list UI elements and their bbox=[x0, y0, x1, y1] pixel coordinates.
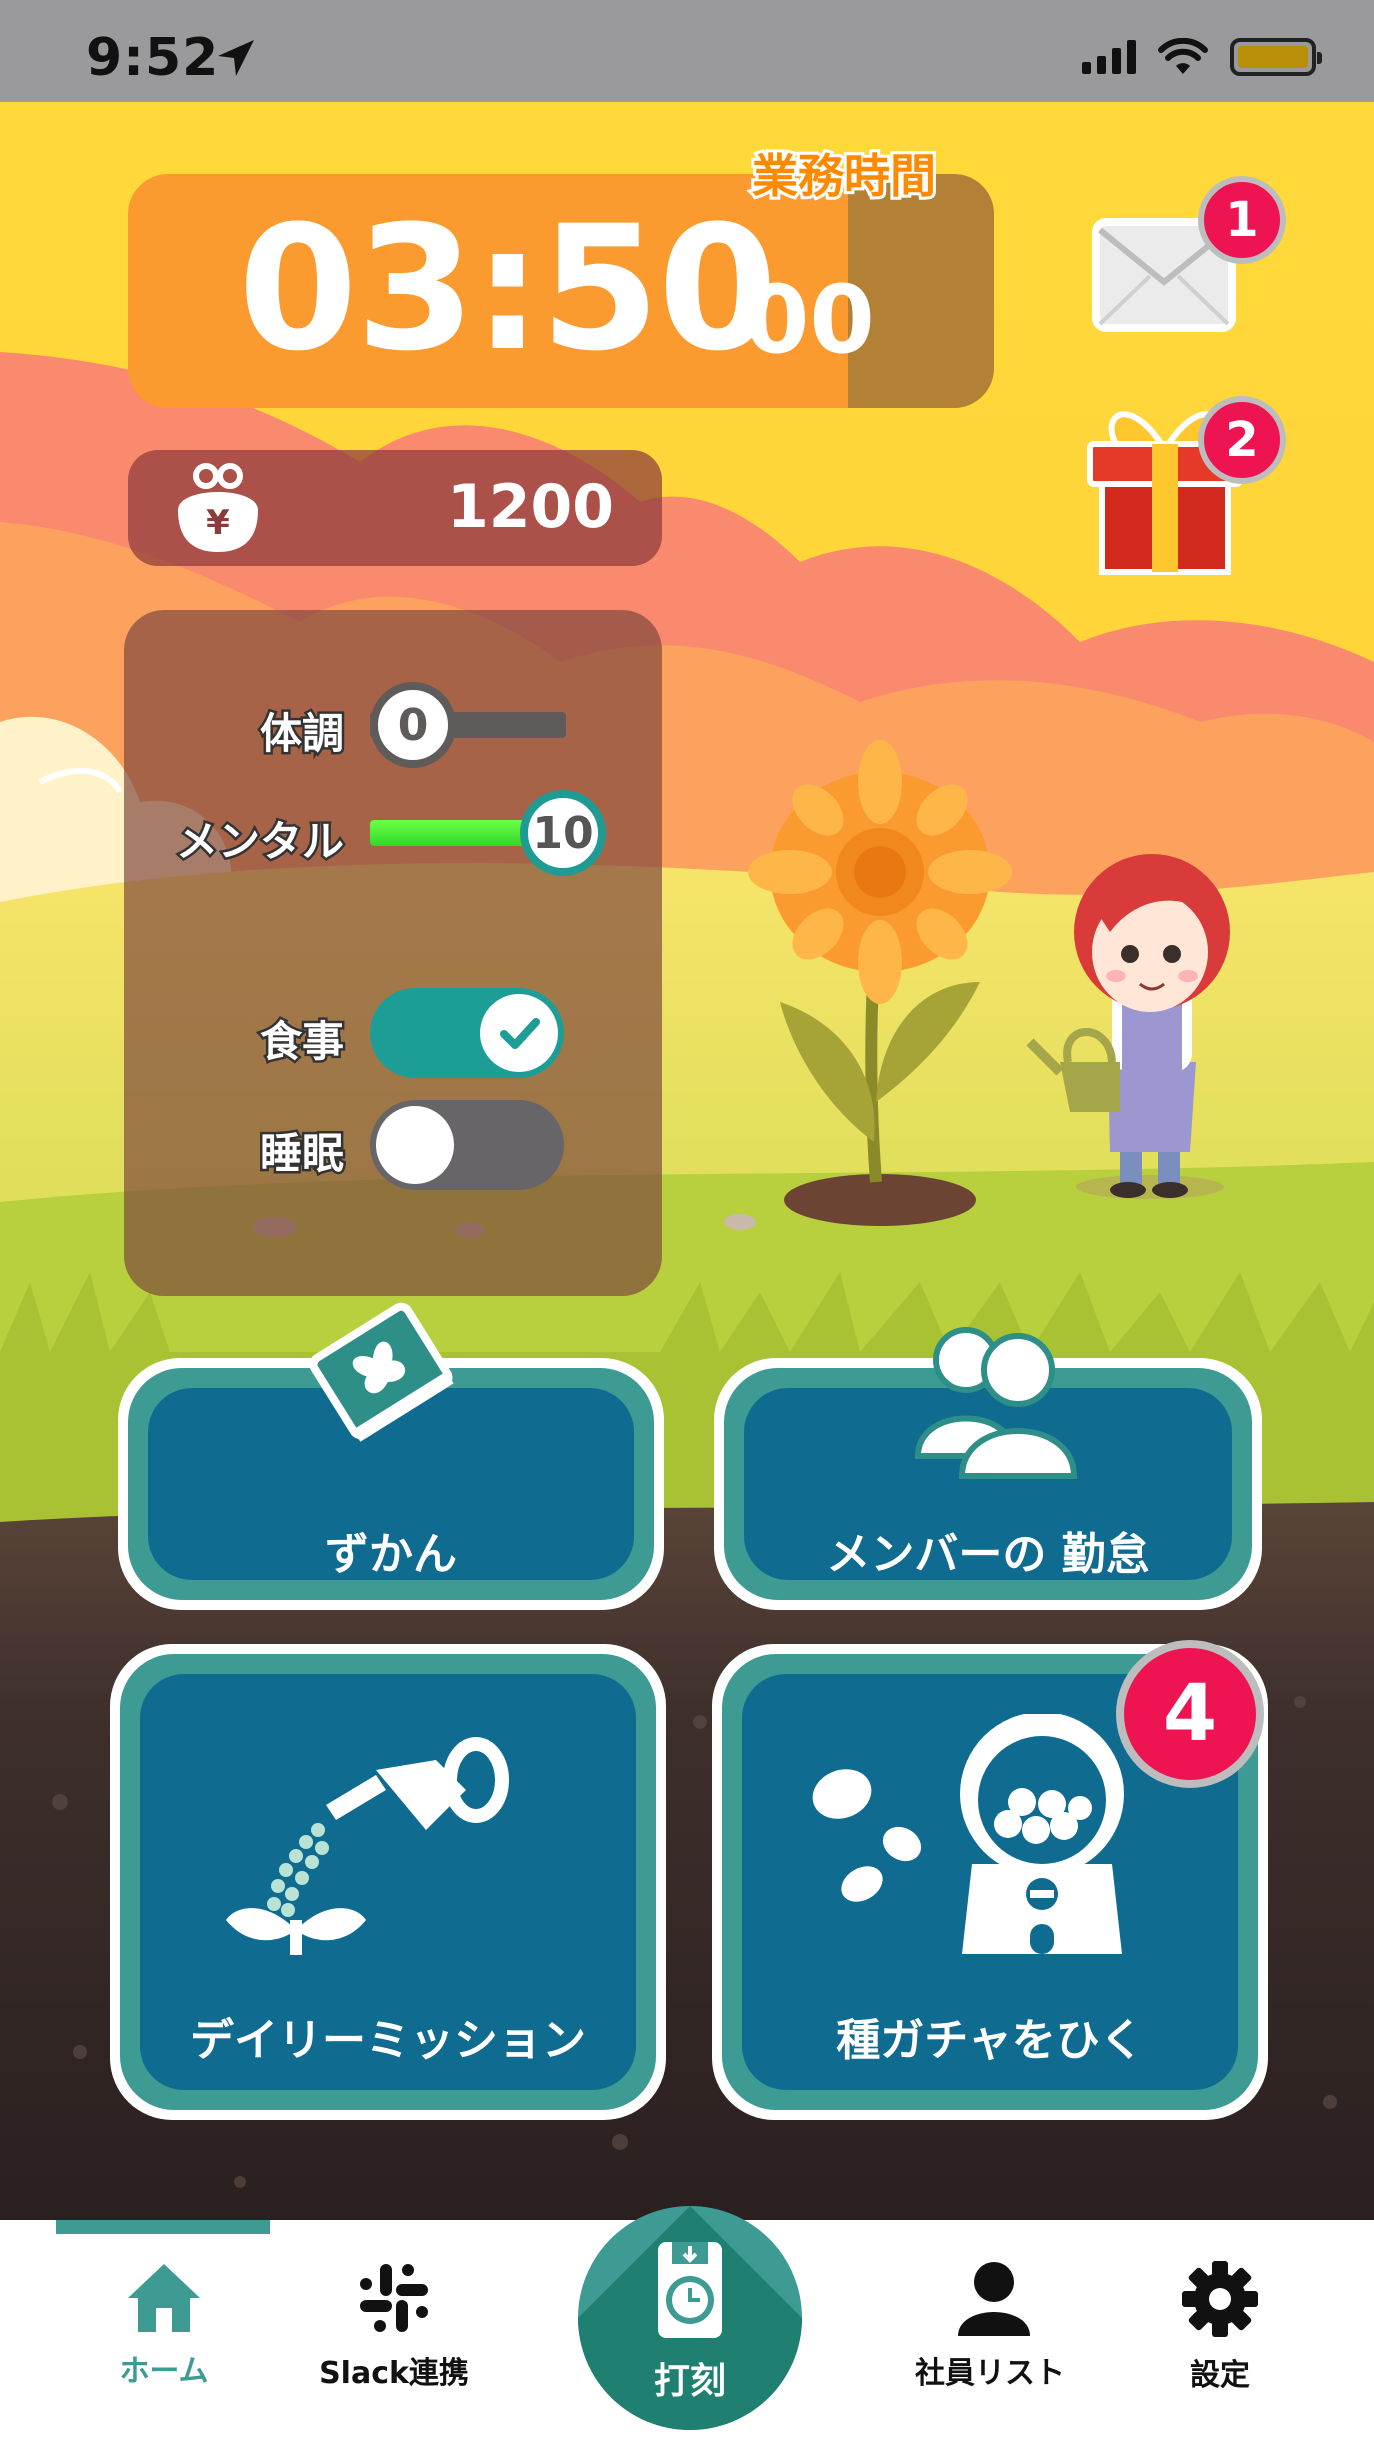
nav-settings[interactable]: 設定 bbox=[1120, 2260, 1320, 2394]
meal-label: 食事 bbox=[257, 1015, 346, 1069]
nav-slack[interactable]: Slack連携 bbox=[294, 2260, 494, 2392]
meal-toggle[interactable] bbox=[370, 988, 564, 1078]
member-attendance-label: メンバーの 勤怠 bbox=[826, 1529, 1150, 1580]
currency-symbol: ¥ bbox=[206, 503, 230, 543]
seed-gacha-label: 種ガチャをひく bbox=[836, 2015, 1144, 2066]
wallet: ¥ 1200 bbox=[128, 450, 662, 566]
sleep-toggle-knob bbox=[376, 1106, 454, 1184]
mental-label: メンタル bbox=[173, 815, 346, 869]
nav-employee-list[interactable]: 社員リスト bbox=[890, 2260, 1090, 2392]
timer-seconds: 00 bbox=[744, 266, 875, 375]
nav-slack-label: Slack連携 bbox=[319, 2356, 469, 2391]
nav-employee-list-label: 社員リスト bbox=[915, 2356, 1065, 2391]
sleep-label: 睡眠 bbox=[257, 1127, 346, 1181]
coin-purse-icon: ¥ bbox=[178, 463, 258, 552]
mail-count-badge: 1 bbox=[1198, 176, 1286, 264]
timecard-clock-icon bbox=[658, 2242, 722, 2338]
daily-mission-label: デイリーミッション bbox=[190, 2015, 586, 2066]
nav-home-label: ホーム bbox=[119, 2354, 209, 2389]
gear-icon bbox=[1182, 2261, 1258, 2337]
physical-slider-knob[interactable]: 0 bbox=[370, 682, 456, 768]
work-timer: 03:50 00 bbox=[128, 174, 994, 408]
sleep-toggle[interactable] bbox=[370, 1100, 564, 1190]
nav-home[interactable]: ホーム bbox=[64, 2260, 264, 2390]
employee-list-icon bbox=[952, 2262, 1030, 2336]
wifi-icon bbox=[1158, 38, 1208, 74]
active-tab-indicator bbox=[56, 2220, 270, 2234]
location-arrow-icon bbox=[218, 40, 254, 76]
checkmark-icon bbox=[500, 1018, 540, 1049]
cellular-signal-icon bbox=[1082, 40, 1136, 74]
physical-label: 体調 bbox=[257, 707, 346, 761]
slack-icon bbox=[360, 2264, 428, 2332]
gacha-count-badge: 4 bbox=[1116, 1640, 1264, 1788]
members-icon bbox=[914, 1327, 1078, 1479]
nav-settings-label: 設定 bbox=[1190, 2358, 1250, 2393]
battery-icon bbox=[1230, 38, 1322, 76]
status-time: 9:52 bbox=[86, 28, 220, 88]
condition-panel: 体調 0 メンタル 10 食事 睡眠 bbox=[124, 610, 662, 1296]
home-icon bbox=[128, 2264, 200, 2332]
watering-can-sprout-icon bbox=[226, 1737, 509, 1955]
daily-mission-button[interactable]: デイリーミッション bbox=[110, 1644, 666, 2120]
gacha-machine-icon bbox=[812, 1714, 1124, 1954]
wallet-amount: 1200 bbox=[447, 472, 614, 542]
encyclopedia-book-icon bbox=[309, 1302, 454, 1442]
punch-clock-label: 打刻 bbox=[653, 2361, 726, 2402]
meal-toggle-knob bbox=[480, 994, 558, 1072]
zukan-label: ずかん bbox=[325, 1529, 457, 1580]
status-bar: 9:52 bbox=[0, 0, 1374, 102]
timer-label: 業務時間 bbox=[749, 146, 939, 206]
timer-hours-minutes: 03:50 bbox=[238, 188, 777, 389]
punch-clock-button[interactable]: 打刻 bbox=[578, 2206, 802, 2430]
mental-slider-knob[interactable]: 10 bbox=[520, 790, 606, 876]
gift-count-badge: 2 bbox=[1198, 396, 1286, 484]
